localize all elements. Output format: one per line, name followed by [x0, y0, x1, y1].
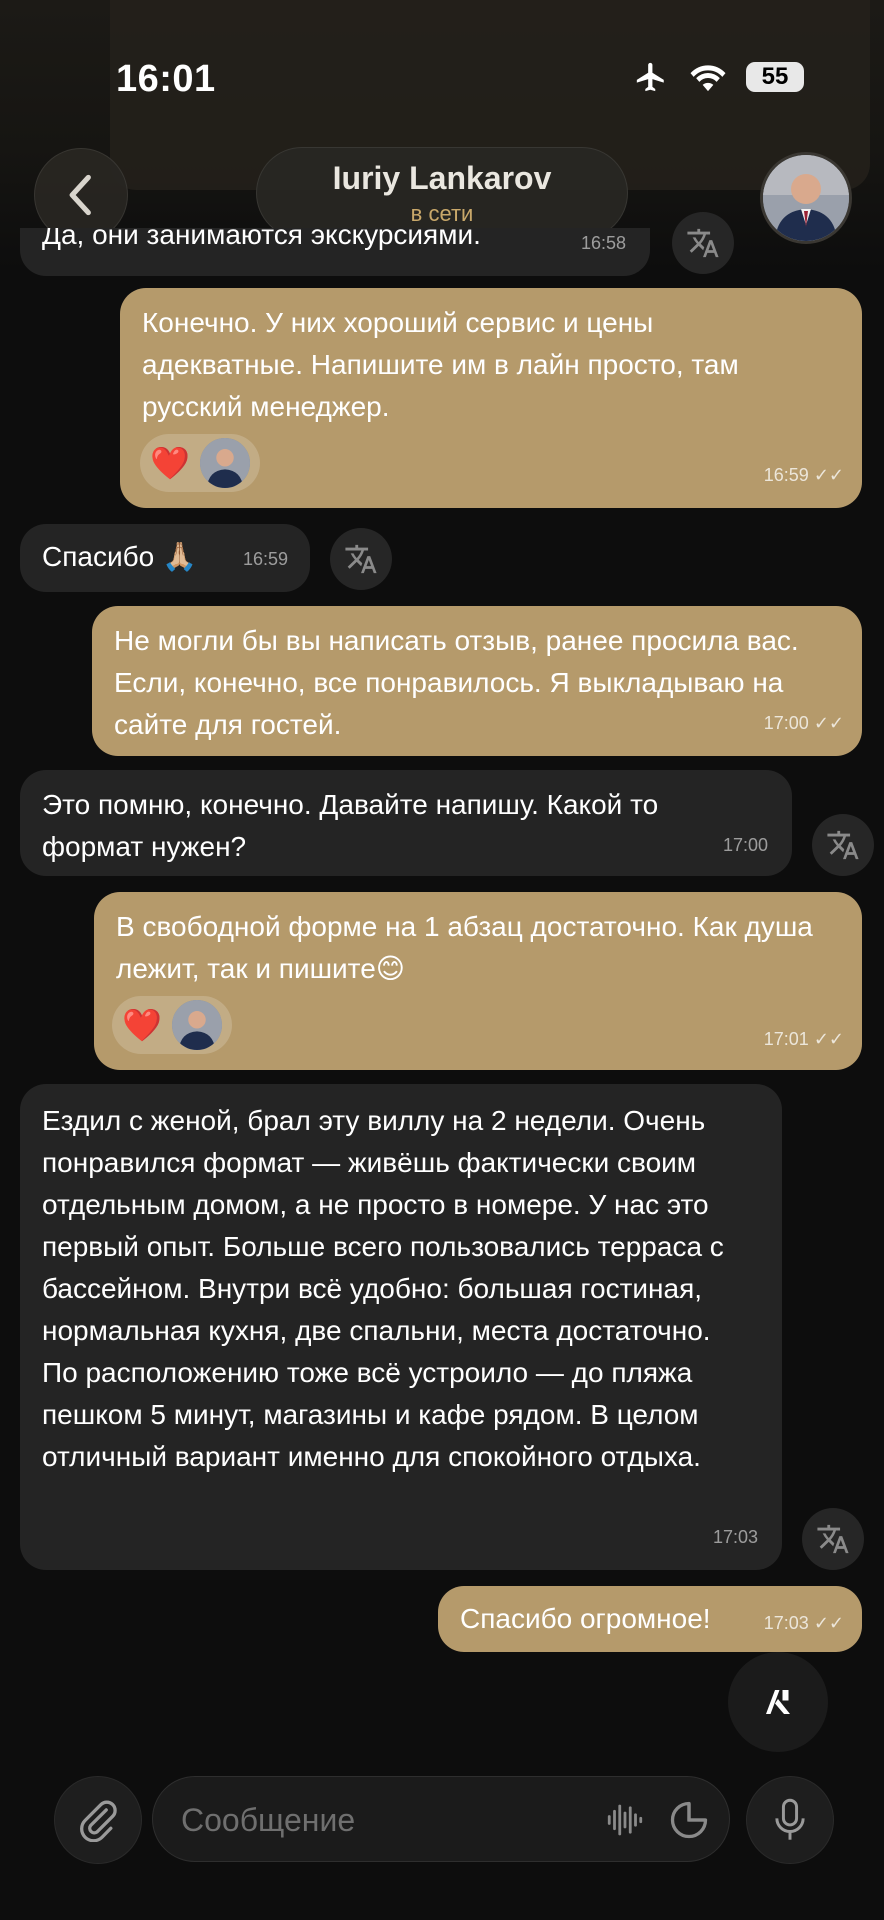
message-time: 17:00 ✓✓ [764, 702, 844, 744]
attach-button[interactable] [54, 1776, 142, 1864]
message-outgoing[interactable]: Не могли бы вы написать отзыв, ранее про… [92, 606, 862, 756]
avatar-photo [763, 155, 849, 241]
status-time: 16:01 [116, 58, 216, 100]
contact-name: Iuriy Lankarov [332, 159, 552, 196]
message-time: 17:03 ✓✓ [764, 1602, 844, 1644]
paperclip-icon [80, 1800, 117, 1842]
translate-icon [827, 830, 859, 860]
read-checkmarks-icon: ✓✓ [813, 713, 844, 733]
heart-icon: ❤️ [150, 445, 190, 481]
contact-avatar[interactable] [760, 152, 852, 244]
message-time-text: 17:03 [763, 1613, 809, 1633]
message-incoming[interactable]: Ездил с женой, брал эту виллу на 2 недел… [20, 1084, 782, 1570]
message-time: 16:59 [242, 549, 288, 569]
translate-button[interactable] [802, 1508, 864, 1570]
message-time-text: 16:59 [763, 465, 809, 485]
message-time: 17:03 [712, 1527, 758, 1547]
message-time-text: 17:01 [763, 1029, 809, 1049]
message-time-text: 17:00 [763, 713, 809, 733]
contact-status: в сети [410, 200, 474, 226]
airplane-icon [636, 62, 664, 92]
message-outgoing[interactable]: Спасибо огромное! 17:03 ✓✓ [438, 1586, 862, 1652]
translate-icon [817, 1524, 849, 1554]
message-outgoing[interactable]: В свободной форме на 1 абзац достаточно.… [94, 892, 862, 1070]
message-time: 16:58 [580, 233, 626, 253]
reaction-avatar [171, 1000, 222, 1050]
message-incoming[interactable]: Это помню, конечно. Давайте напишу. Како… [20, 770, 792, 876]
read-checkmarks-icon: ✓✓ [813, 465, 844, 485]
back-icon [69, 174, 91, 216]
message-incoming[interactable]: Спасибо 🙏🏼 16:59 [20, 524, 310, 592]
heart-icon: ❤️ [122, 1007, 162, 1043]
message-time: 16:59 ✓✓ [764, 454, 844, 496]
voice-message-button[interactable] [746, 1776, 834, 1864]
message-text: Конечно. У них хороший сервис и цены аде… [142, 307, 739, 422]
read-checkmarks-icon: ✓✓ [813, 1029, 844, 1049]
translate-button[interactable] [812, 814, 874, 876]
back-button[interactable] [34, 148, 128, 242]
translate-button[interactable] [672, 212, 734, 274]
reaction-avatar [199, 438, 250, 488]
translate-icon [345, 544, 377, 574]
ai-assistant-icon [766, 1690, 790, 1714]
status-icons: 55 [632, 60, 804, 94]
microphone-icon [775, 1798, 805, 1840]
message-text: Ездил с женой, брал эту виллу на 2 недел… [42, 1105, 724, 1472]
reaction-badge[interactable]: ❤️ [112, 996, 232, 1054]
message-time: 17:01 ✓✓ [764, 1018, 844, 1060]
message-input-container[interactable] [152, 1776, 730, 1862]
ai-assistant-button[interactable] [728, 1652, 828, 1752]
message-text: Не могли бы вы написать отзыв, ранее про… [114, 625, 799, 740]
reaction-badge[interactable]: ❤️ [140, 434, 260, 492]
wifi-icon [690, 65, 726, 92]
battery-indicator: 55 [746, 62, 804, 92]
translate-icon [687, 228, 719, 258]
message-time: 17:00 [722, 835, 768, 855]
translate-button[interactable] [330, 528, 392, 590]
message-input[interactable] [179, 1797, 583, 1843]
message-text: Это помню, конечно. Давайте напишу. Како… [42, 789, 659, 862]
read-checkmarks-icon: ✓✓ [813, 1613, 844, 1633]
message-outgoing[interactable]: Конечно. У них хороший сервис и цены аде… [120, 288, 862, 508]
chat-title[interactable]: Iuriy Lankarov в сети [256, 147, 628, 239]
message-text: В свободной форме на 1 абзац достаточно.… [116, 911, 813, 984]
waveform-icon[interactable] [603, 1799, 647, 1841]
sticker-icon[interactable] [667, 1798, 711, 1842]
